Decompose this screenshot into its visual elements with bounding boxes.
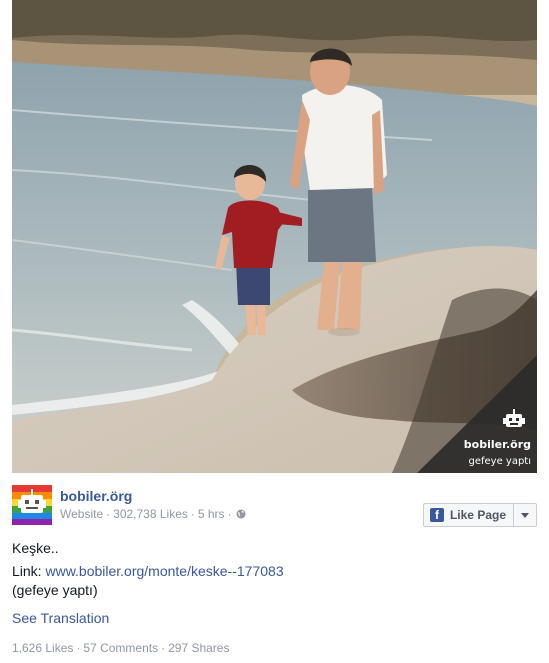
shares-count[interactable]: 297 Shares — [168, 641, 229, 655]
post-stats: 1,626 Likes · 57 Comments · 297 Shares — [12, 641, 229, 655]
meta-separator: · — [227, 507, 232, 521]
like-page-label: Like Page — [449, 508, 506, 522]
post-photo[interactable]: bobiler.örg gefeye yaptı — [12, 0, 537, 473]
like-page-button-group: f Like Page — [422, 503, 537, 527]
stats-separator: · — [76, 641, 81, 655]
watermark-site-name: bobiler.örg — [463, 438, 531, 451]
page-name-link[interactable]: bobiler.örg — [60, 488, 132, 504]
post-timestamp[interactable]: 5 hrs — [198, 507, 225, 521]
like-page-button[interactable]: f Like Page — [424, 504, 514, 526]
rainbow-robot-avatar-icon — [12, 485, 52, 525]
globe-icon[interactable] — [236, 509, 246, 519]
post-link[interactable]: www.bobiler.org/monte/keske--177083 — [45, 563, 283, 579]
watermark-credit: gefeye yaptı — [468, 456, 531, 467]
likes-count[interactable]: 1,626 Likes — [12, 641, 73, 655]
see-translation-link[interactable]: See Translation — [12, 610, 109, 626]
like-page-dropdown[interactable] — [514, 504, 536, 526]
post-meta: Website · 302,738 Likes · 5 hrs · — [60, 507, 246, 521]
post-link-line: Link: www.bobiler.org/monte/keske--17708… — [12, 562, 284, 581]
link-prefix: Link: — [12, 563, 46, 579]
meta-separator: · — [106, 507, 111, 521]
stats-separator: · — [161, 641, 166, 655]
comments-count[interactable]: 57 Comments — [83, 641, 158, 655]
page-category: Website — [60, 507, 104, 521]
post-text: Keşke.. — [12, 540, 59, 556]
robot-logo-icon — [503, 409, 525, 427]
page-like-count: 302,738 Likes — [113, 507, 188, 521]
page-avatar[interactable] — [12, 485, 52, 525]
post-credit-line: (gefeye yaptı) — [12, 582, 98, 598]
chevron-down-icon — [521, 512, 529, 518]
watermark: bobiler.örg gefeye yaptı — [417, 355, 537, 473]
facebook-f-icon: f — [429, 508, 444, 522]
post-header: bobiler.örg Website · 302,738 Likes · 5 hrs ·… — [12, 485, 537, 527]
meta-separator: · — [190, 507, 195, 521]
